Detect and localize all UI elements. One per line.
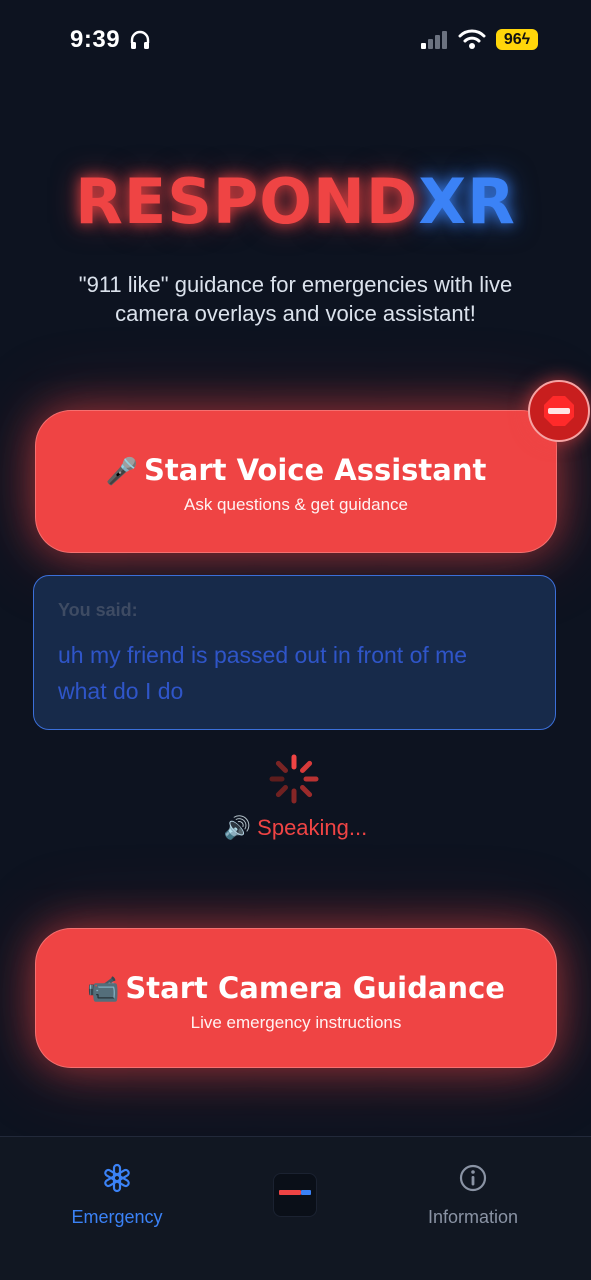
wifi-icon — [458, 29, 486, 49]
camera-button-subtitle: Live emergency instructions — [190, 1013, 402, 1032]
voice-button-title: 🎤 Start Voice Assistant — [36, 453, 556, 487]
asterisk-icon — [104, 1163, 130, 1193]
status-bar: 9:39 96ϟ — [0, 0, 591, 80]
battery-indicator: 96ϟ — [496, 29, 538, 50]
camera-button-label: Start Camera Guidance — [125, 971, 505, 1005]
status-time: 9:39 — [70, 26, 121, 53]
logo-text-respond: RESPOND — [75, 165, 419, 238]
speaking-label: Speaking... — [257, 815, 368, 840]
battery-level: 96 — [503, 31, 522, 48]
tagline-line-2: camera overlays and voice assistant! — [115, 301, 476, 326]
tagline: "911 like" guidance for emergencies with… — [30, 270, 561, 328]
charging-bolt-icon: ϟ — [521, 31, 531, 48]
cellular-signal-icon — [421, 31, 447, 49]
logo-text-xr: XR — [418, 165, 516, 238]
loading-spinner-icon — [269, 754, 319, 804]
tab-home-logo[interactable] — [215, 1163, 375, 1217]
speaking-status: 🔊 Speaking... — [0, 815, 591, 841]
tab-emergency[interactable]: Emergency — [37, 1163, 197, 1228]
stop-button[interactable] — [528, 380, 590, 442]
stop-sign-icon — [544, 396, 574, 426]
app-logo-icon — [273, 1173, 317, 1217]
transcript-label: You said: — [58, 600, 138, 620]
tagline-line-1: "911 like" guidance for emergencies with… — [78, 272, 513, 297]
app-screen: 9:39 96ϟ RESPONDXR "911 like" guidance f… — [0, 0, 591, 1280]
microphone-icon: 🎤 — [105, 457, 138, 487]
video-camera-icon: 📹 — [87, 975, 120, 1005]
tab-information-label: Information — [427, 1207, 519, 1227]
headphones-icon — [130, 30, 150, 49]
app-logo-icon-red — [279, 1190, 301, 1195]
tab-information[interactable]: Information — [393, 1163, 553, 1228]
transcript-text-line-2: what do I do — [58, 678, 184, 704]
app-logo: RESPONDXR — [0, 165, 591, 238]
transcript-text-line-1: uh my friend is passed out in front of m… — [58, 642, 468, 668]
bottom-tab-bar: Emergency Information — [0, 1136, 591, 1280]
speaker-icon: 🔊 — [223, 815, 252, 840]
start-voice-assistant-button[interactable]: 🎤 Start Voice Assistant Ask questions & g… — [35, 410, 557, 553]
tab-emergency-label: Emergency — [71, 1207, 163, 1227]
transcript-panel: You said: uh my friend is passed out in … — [33, 575, 556, 730]
voice-button-subtitle: Ask questions & get guidance — [184, 495, 408, 514]
transcript-text: uh my friend is passed out in front of m… — [58, 637, 531, 709]
info-icon — [459, 1164, 487, 1192]
voice-button-label: Start Voice Assistant — [144, 453, 487, 487]
start-camera-guidance-button[interactable]: 📹 Start Camera Guidance Live emergency in… — [35, 928, 557, 1068]
camera-button-title: 📹 Start Camera Guidance — [36, 971, 556, 1005]
app-logo-icon-blue — [301, 1190, 311, 1195]
